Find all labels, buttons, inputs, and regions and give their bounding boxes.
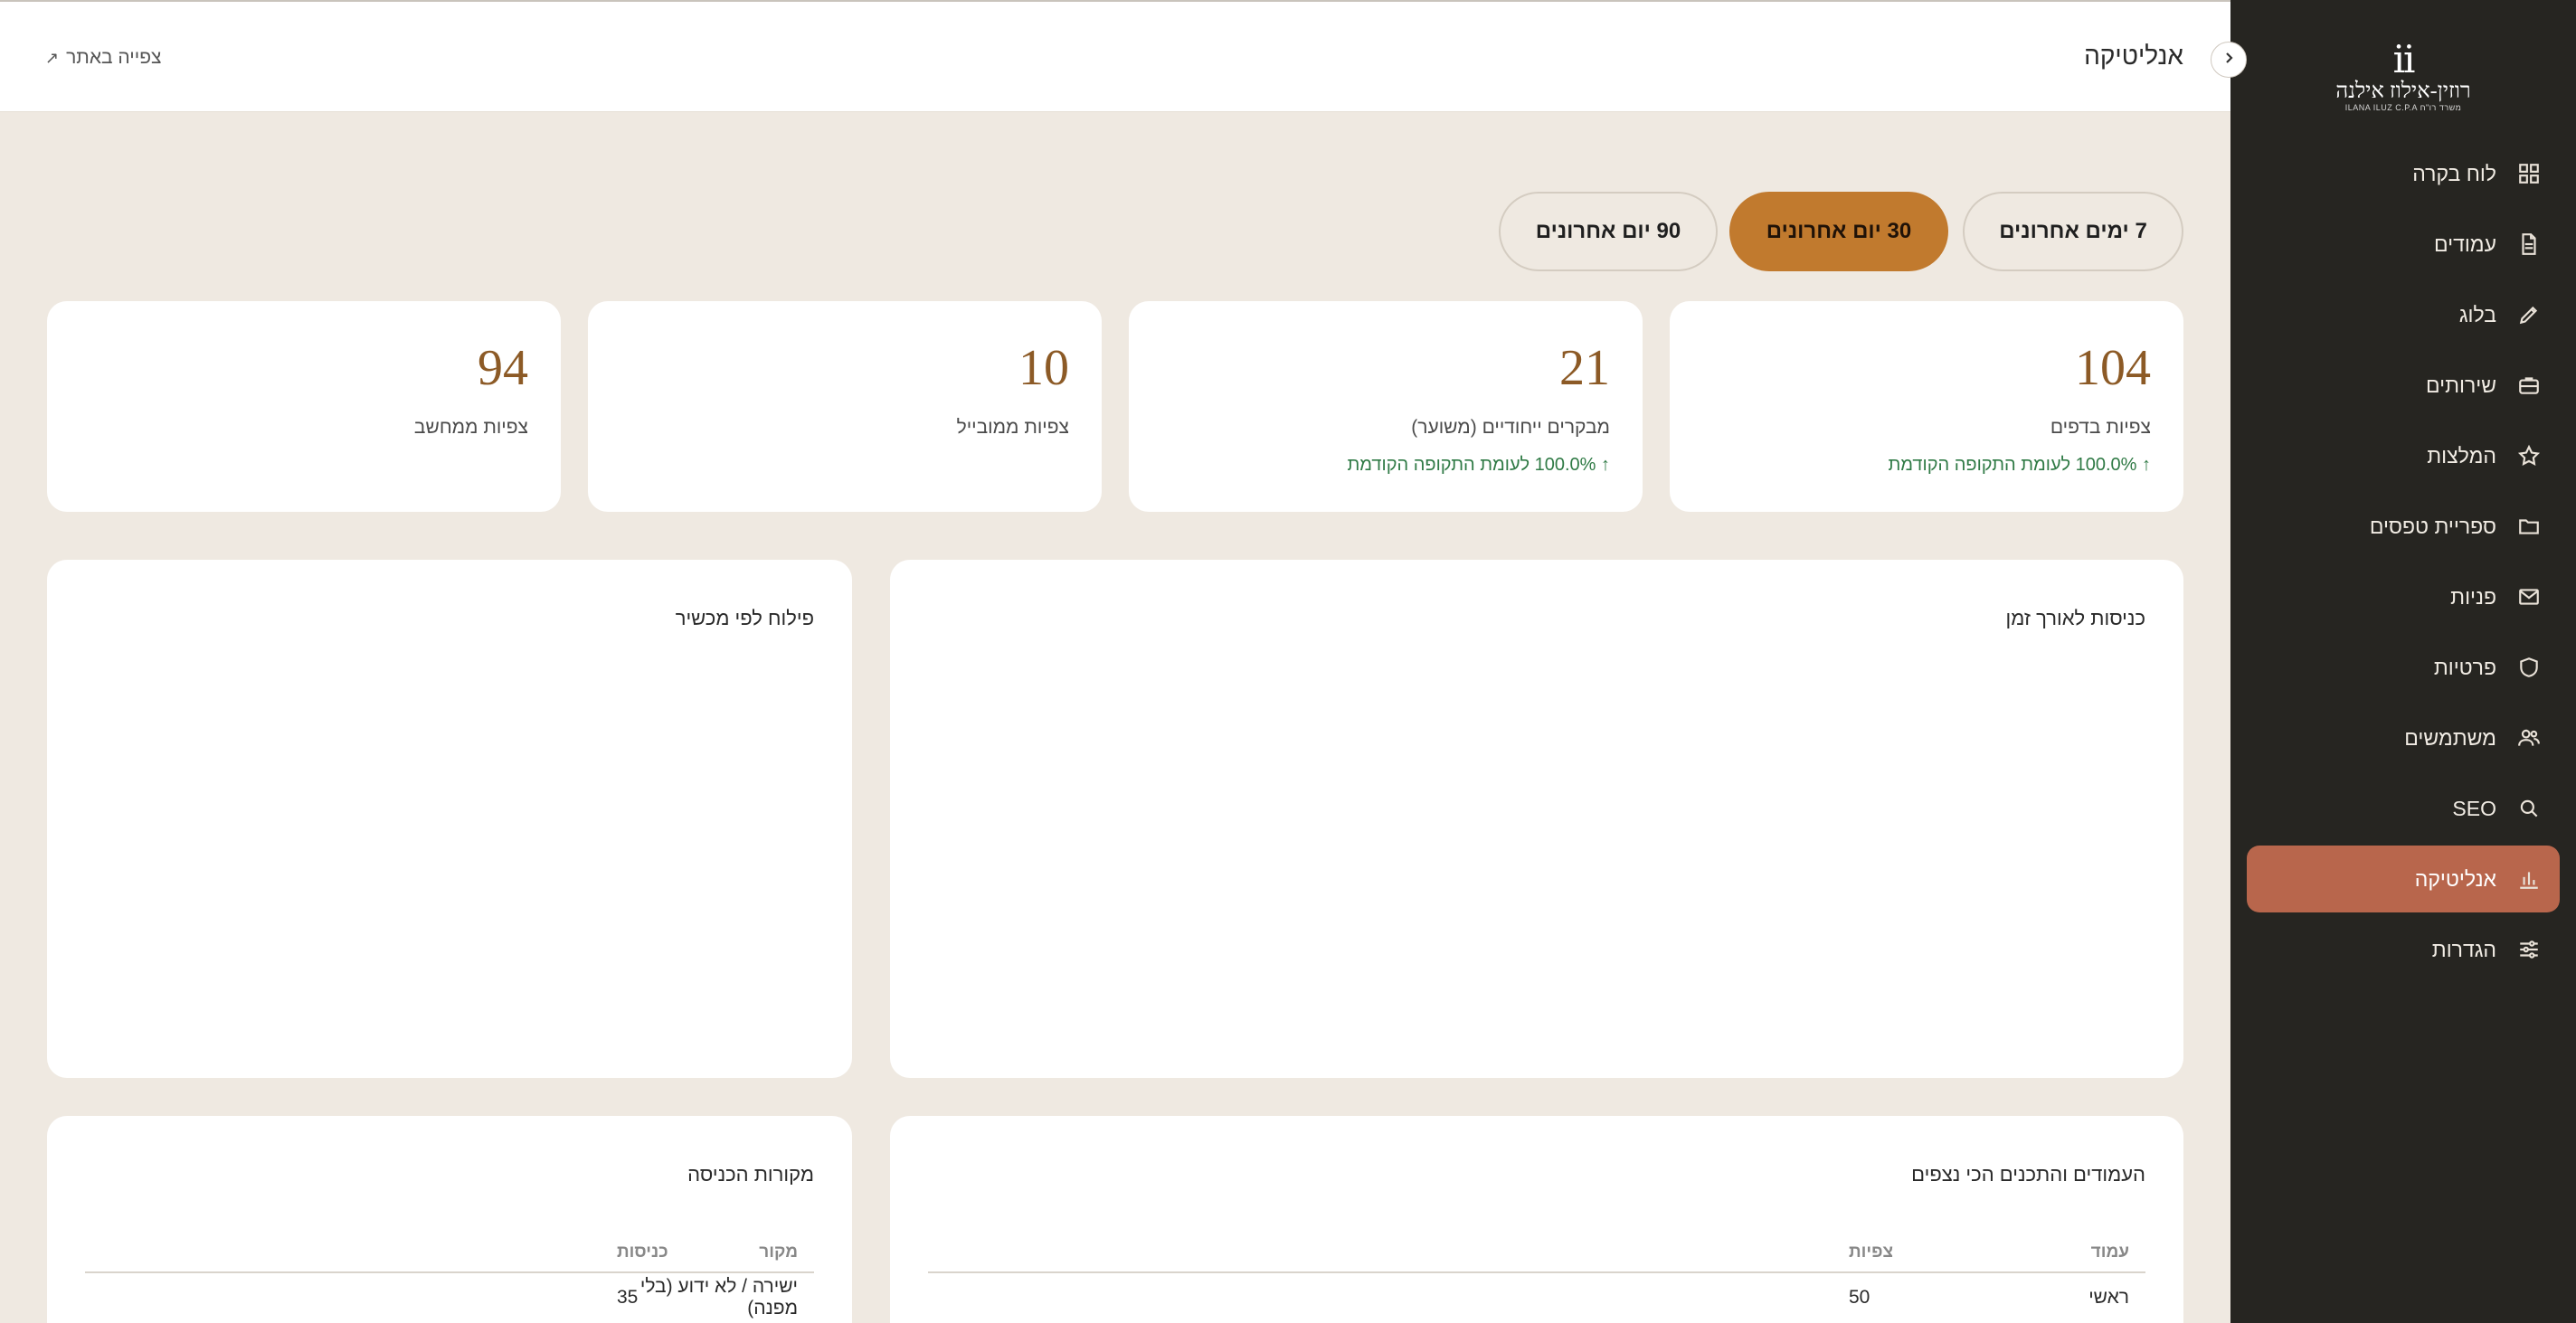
file-icon xyxy=(2516,232,2542,257)
kpi-delta: ↑ 100.0% לעומת התקופה הקודמת xyxy=(1347,455,1610,475)
kpi-card-mobile-views: 10 צפיות ממובייל xyxy=(588,301,1102,512)
top-pages-table: עמוד צפיות ראשי 50 xyxy=(928,1233,2145,1322)
sidebar-item-inquiries[interactable]: פניות xyxy=(2247,563,2560,630)
kpi-value: 94 xyxy=(478,340,528,396)
sidebar-item-label: המלצות xyxy=(2427,443,2496,468)
kpi-value: 10 xyxy=(1018,340,1069,396)
sidebar-item-testimonials[interactable]: המלצות xyxy=(2247,422,2560,489)
grid-icon xyxy=(2516,161,2542,186)
range-30-days-button[interactable]: 30 יום אחרונים xyxy=(1729,192,1948,271)
logo-mark: ii xyxy=(2392,37,2416,81)
sidebar-item-label: הגדרות xyxy=(2431,937,2496,961)
bar-chart-icon xyxy=(2516,866,2542,892)
column-header-page: עמוד xyxy=(2090,1243,2129,1262)
sidebar-item-services[interactable]: שירותים xyxy=(2247,352,2560,419)
table-header: מקור כניסות xyxy=(85,1233,814,1273)
kpi-label: צפיות ממחשב xyxy=(413,417,528,438)
sidebar-item-dashboard[interactable]: לוח בקרה xyxy=(2247,140,2560,207)
column-header-views: צפיות xyxy=(1849,1243,1894,1262)
sidebar-item-label: משתמשים xyxy=(2404,725,2496,750)
column-header-visits: כניסות xyxy=(617,1243,668,1262)
kpi-card-page-views: 104 צפיות בדפים ↑ 100.0% לעומת התקופה הק… xyxy=(1670,301,2183,512)
visits-over-time-card: כניסות לאורך זמן xyxy=(890,560,2183,1078)
sidebar-item-label: אנליטיקה xyxy=(2414,866,2496,891)
kpi-label: צפיות בדפים xyxy=(2050,417,2151,438)
mail-icon xyxy=(2516,584,2542,610)
sidebar-item-label: עמודים xyxy=(2433,232,2496,256)
kpi-value: 104 xyxy=(2075,340,2151,396)
kpi-delta: ↑ 100.0% לעומת התקופה הקודמת xyxy=(1888,455,2151,475)
sidebar: ii רוזין-אילוז אילנה ILANA ILUZ C.P.A מש… xyxy=(2230,0,2576,1323)
visits-cell: 35 xyxy=(617,1287,639,1308)
sidebar-item-label: פניות xyxy=(2450,584,2496,609)
sidebar-item-label: SEO xyxy=(2452,796,2496,820)
source-cell: ישירה / לא ידוע (בלי מפנה) xyxy=(639,1276,798,1318)
logo-subtitle: ILANA ILUZ C.P.A משרד רו"ח xyxy=(2344,103,2462,112)
sidebar-item-label: לוח בקרה xyxy=(2412,161,2496,185)
visits-over-time-title: כניסות לאורך זמן xyxy=(2005,607,2145,629)
view-site-label: צפייה באתר xyxy=(66,47,162,68)
sidebar-item-label: ספריית טפסים xyxy=(2369,514,2496,538)
device-split-title: פילוח לפי מכשיר xyxy=(675,607,814,629)
briefcase-icon xyxy=(2516,373,2542,398)
top-bar: אנליטיקה צפייה באתר ↗ xyxy=(0,0,2230,112)
sidebar-item-users[interactable]: משתמשים xyxy=(2247,704,2560,771)
views-cell: 50 xyxy=(1849,1287,1870,1308)
sidebar-item-privacy[interactable]: פרטיות xyxy=(2247,634,2560,701)
sidebar-item-blog[interactable]: בלוג xyxy=(2247,281,2560,348)
shield-icon xyxy=(2516,655,2542,680)
sidebar-item-pages[interactable]: עמודים xyxy=(2247,211,2560,278)
sidebar-item-seo[interactable]: SEO xyxy=(2247,775,2560,842)
range-7-days-button[interactable]: 7 ימים אחרונים xyxy=(1963,192,2183,271)
table-row[interactable]: ראשי 50 xyxy=(928,1273,2145,1322)
external-link-icon: ↗ xyxy=(45,48,60,67)
kpi-card-unique-visitors: 21 מבקרים ייחודיים (משוער) ↑ 100.0% לעומ… xyxy=(1129,301,1643,512)
traffic-sources-title: מקורות הכניסה xyxy=(687,1163,814,1186)
kpi-value: 21 xyxy=(1559,340,1610,396)
device-split-card: פילוח לפי מכשיר xyxy=(47,560,852,1078)
sidebar-item-forms-library[interactable]: ספריית טפסים xyxy=(2247,493,2560,560)
kpi-label: מבקרים ייחודיים (משוער) xyxy=(1411,417,1610,438)
traffic-sources-card: מקורות הכניסה מקור כניסות ישירה / לא ידו… xyxy=(47,1116,852,1323)
view-site-link[interactable]: צפייה באתר ↗ xyxy=(45,47,161,69)
collapse-sidebar-button[interactable] xyxy=(2211,42,2247,78)
search-icon xyxy=(2516,796,2542,821)
users-icon xyxy=(2516,725,2542,751)
pencil-icon xyxy=(2516,302,2542,327)
sidebar-item-analytics[interactable]: אנליטיקה xyxy=(2247,846,2560,912)
column-header-source: מקור xyxy=(759,1243,798,1262)
folder-icon xyxy=(2516,514,2542,539)
kpi-card-desktop-views: 94 צפיות ממחשב xyxy=(47,301,561,512)
sidebar-item-label: בלוג xyxy=(2458,302,2496,326)
page-title: אנליטיקה xyxy=(2084,42,2183,70)
range-90-days-button[interactable]: 90 יום אחרונים xyxy=(1499,192,1718,271)
chevron-right-icon xyxy=(2221,51,2236,70)
kpi-label: צפיות ממובייל xyxy=(956,417,1069,438)
top-pages-title: העמודים והתכנים הכי נצפים xyxy=(1911,1163,2145,1186)
top-pages-card: העמודים והתכנים הכי נצפים עמוד צפיות ראש… xyxy=(890,1116,2183,1323)
star-icon xyxy=(2516,443,2542,468)
sliders-icon xyxy=(2516,937,2542,962)
table-header: עמוד צפיות xyxy=(928,1233,2145,1273)
page-cell: ראשי xyxy=(2088,1287,2129,1308)
logo[interactable]: ii רוזין-אילוז אילנה ILANA ILUZ C.P.A מש… xyxy=(2230,40,2576,113)
sidebar-item-label: שירותים xyxy=(2425,373,2496,397)
sidebar-item-label: פרטיות xyxy=(2433,655,2496,679)
sidebar-item-settings[interactable]: הגדרות xyxy=(2247,916,2560,983)
table-row[interactable]: ישירה / לא ידוע (בלי מפנה) 35 xyxy=(85,1273,814,1322)
traffic-sources-table: מקור כניסות ישירה / לא ידוע (בלי מפנה) 3… xyxy=(85,1233,814,1322)
logo-name: רוזין-אילוז אילנה xyxy=(2335,80,2471,103)
